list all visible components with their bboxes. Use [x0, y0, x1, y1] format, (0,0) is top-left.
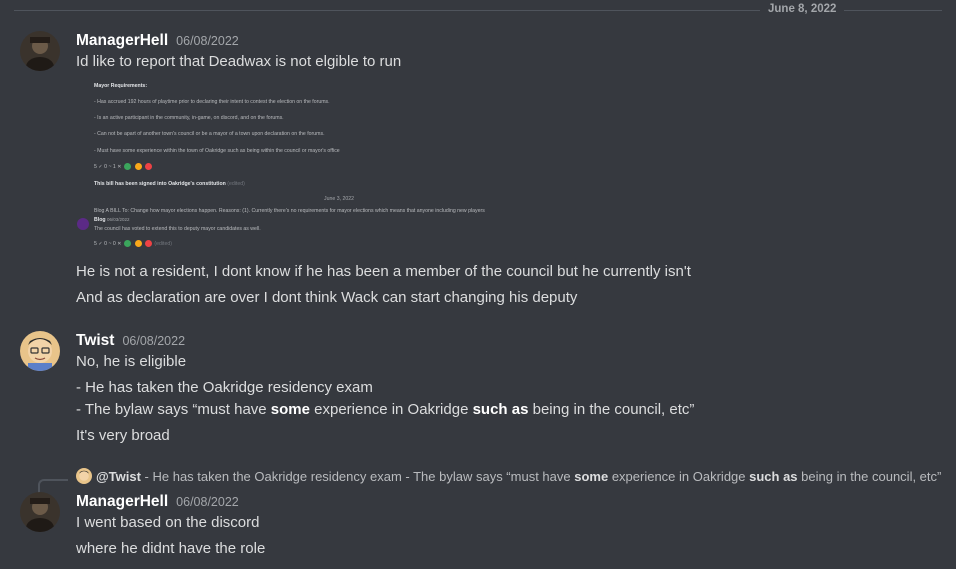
author-name[interactable]: Twist	[76, 332, 114, 349]
date-divider: June 8, 2022	[0, 0, 956, 20]
message-text: - The bylaw says “must have some experie…	[76, 401, 694, 418]
message-text: No, he is eligible	[76, 353, 187, 370]
attachment-inner-author-line: Blog 06/03/2022	[94, 217, 130, 223]
avatar-managerhell[interactable]	[20, 492, 60, 532]
attachment-item: - Is an active participant in the commun…	[94, 115, 284, 121]
reply-mention[interactable]: @Twist	[96, 469, 141, 484]
reply-text: - He has taken the Oakridge residency ex…	[140, 469, 575, 484]
reply-bold: some	[574, 469, 609, 484]
attachment-item: - Must have some experience within the t…	[94, 148, 340, 154]
author-name[interactable]: ManagerHell	[76, 493, 168, 510]
vote-yes-icon	[124, 240, 132, 247]
signed-text: This bill has been signed into Oakridge'…	[94, 181, 226, 187]
attachment-heading: Mayor Requirements:	[94, 83, 148, 89]
message-text: It's very broad	[76, 427, 170, 444]
reply-bold: such as	[749, 469, 798, 484]
vote-edited-tag: (edited)	[154, 240, 172, 247]
message-text: I went based on the discord	[76, 514, 260, 531]
reply-preview[interactable]: @Twist - He has taken the Oakridge resid…	[76, 468, 941, 484]
message-author[interactable]: ManagerHell 06/08/2022	[76, 32, 239, 50]
reply-avatar	[76, 468, 92, 484]
message-timestamp: 06/08/2022	[176, 495, 239, 509]
vote-tally-text: 5 ✓ 0 ~ 0 ✕	[94, 240, 122, 247]
message-text: He is not a resident, I dont know if he …	[76, 263, 691, 280]
vote-tally-text: 5 ✓ 0 ~ 1 ✕	[94, 163, 122, 170]
text-span: - The bylaw says “must have	[76, 401, 271, 418]
message-timestamp: 06/08/2022	[176, 34, 239, 48]
attachment-image[interactable]: Mayor Requirements: - Has accrued 192 ho…	[76, 77, 488, 255]
message-text: - He has taken the Oakridge residency ex…	[76, 379, 373, 396]
author-name[interactable]: ManagerHell	[76, 32, 168, 49]
message-author[interactable]: Twist 06/08/2022	[76, 332, 185, 350]
reply-connector	[38, 479, 68, 493]
text-span: being in the council, etc”	[528, 401, 695, 418]
date-divider-label: June 8, 2022	[760, 3, 845, 15]
vote-abstain-icon	[134, 163, 142, 170]
vote-no-icon	[144, 240, 152, 247]
bold-span: some	[270, 401, 310, 418]
vote-tally: 5 ✓ 0 ~ 1 ✕	[94, 163, 153, 170]
reply-text: being in the council, etc”	[797, 469, 942, 484]
avatar-managerhell[interactable]	[20, 31, 60, 71]
message-timestamp: 06/08/2022	[122, 334, 186, 348]
vote-yes-icon	[124, 163, 132, 170]
message-text: And as declaration are over I dont think…	[76, 289, 578, 306]
bold-span: such as	[472, 401, 529, 418]
vote-no-icon	[144, 163, 152, 170]
text-span: experience in Oakridge	[309, 401, 473, 418]
message-text: where he didnt have the role	[76, 540, 266, 557]
inner-author: Blog	[94, 217, 106, 223]
attachment-item: - Can not be apart of another town's cou…	[94, 131, 325, 137]
inner-timestamp: 06/03/2022	[106, 217, 130, 222]
attachment-inner-date: June 3, 2022	[324, 196, 354, 202]
vote-abstain-icon	[134, 240, 142, 247]
message-author[interactable]: ManagerHell 06/08/2022	[76, 493, 239, 511]
blog-avatar	[77, 218, 89, 230]
attachment-signed: This bill has been signed into Oakridge'…	[94, 181, 245, 187]
attachment-item: - Has accrued 192 hours of playtime prio…	[94, 99, 330, 105]
attachment-inner-text: The council has voted to extend this to …	[94, 226, 261, 232]
signed-edited-tag: (edited)	[227, 181, 245, 187]
vote-tally: 5 ✓ 0 ~ 0 ✕ (edited)	[94, 240, 172, 247]
avatar-twist[interactable]	[20, 331, 60, 371]
reply-text: experience in Oakridge	[608, 469, 750, 484]
attachment-inner-reply: Blog A BILL To: Change how mayor electio…	[94, 208, 485, 214]
message-text: Id like to report that Deadwax is not el…	[76, 53, 402, 70]
